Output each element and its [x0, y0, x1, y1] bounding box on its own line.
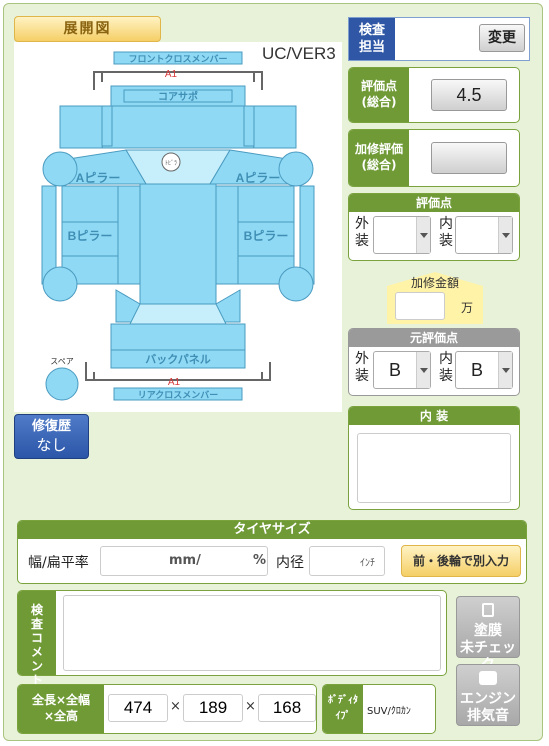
- kashu-kingaku-label: 加修金額: [410, 276, 459, 290]
- part-roof: [139, 183, 217, 305]
- moto-hyoka-box: 元評価点 外装 B 内装 B: [348, 328, 520, 396]
- a-pillar-right-label: Aピラー: [236, 171, 281, 185]
- moto-nai-select[interactable]: B: [455, 351, 513, 389]
- comment-textarea[interactable]: [63, 595, 441, 671]
- hyoka-gai-label: 外装: [355, 216, 369, 249]
- a-pillar-left-label: Aピラー: [76, 171, 121, 185]
- part-front-door-right: [237, 185, 295, 223]
- body-type-label: ﾎﾞﾃﾞｨﾀ ｲﾌﾟ: [323, 685, 363, 733]
- front-cross-label: フロントクロスメンバー: [128, 54, 227, 64]
- kashu-box: 加修評価 (総合): [348, 129, 520, 187]
- part-side-left: [117, 185, 141, 285]
- separate-input-button[interactable]: 前・後輪で別入力: [401, 545, 521, 577]
- chevron-down-icon: [498, 217, 512, 253]
- toumaku-button[interactable]: 塗膜未チェック: [456, 596, 520, 673]
- kashu-label: 加修評価 (総合): [349, 130, 409, 186]
- moto-nai-label: 内装: [439, 351, 453, 384]
- engine-icon: [479, 671, 497, 685]
- repair-history-label: 修復歴: [31, 419, 71, 434]
- body-type-value[interactable]: SUV/ｸﾛｶﾝ: [367, 702, 411, 717]
- b-pillar-left-label: Bピラー: [68, 229, 113, 243]
- tire-width-label: 幅/扁平率: [28, 555, 89, 571]
- part-side-right: [215, 185, 239, 285]
- inspector-label: 検査 担当: [349, 18, 395, 60]
- score-box: 評価点 (総合) 4.5: [348, 67, 520, 123]
- car-diagram[interactable]: ﾄﾋﾞﾗ フロントクロスメンバー コアサポ Aピラー Aピラー Bピラー Bピラ…: [14, 42, 342, 412]
- wheel-rear-left: [42, 266, 78, 302]
- hyoka-gai-select[interactable]: [373, 216, 431, 254]
- repair-history-value: なし: [36, 436, 67, 454]
- length-input[interactable]: 474: [108, 694, 168, 722]
- score-value-button[interactable]: 4.5: [431, 79, 507, 111]
- a1-bottom-marker: A1: [168, 377, 181, 388]
- tobira-label: ﾄﾋﾞﾗ: [165, 160, 177, 167]
- height-input[interactable]: 168: [258, 694, 316, 722]
- tire-inner-label: 内径: [276, 555, 304, 571]
- hyoka-title: 評価点: [349, 194, 519, 212]
- naisou-box: 内 装: [348, 406, 520, 510]
- chevron-down-icon: [416, 352, 430, 388]
- tire-size-box: タイヤサイズ 幅/扁平率 mm/ % 内径 ｲﾝﾁ 前・後輪で別入力: [17, 520, 527, 584]
- tenkaizu-tab[interactable]: 展開図: [14, 16, 161, 42]
- wheel-front-right: [278, 151, 314, 187]
- a1-top-marker: A1: [165, 69, 178, 80]
- comment-box: 検査コメント: [17, 590, 447, 687]
- moto-gai-label: 外装: [355, 351, 369, 384]
- naisou-textarea[interactable]: [357, 433, 511, 503]
- width-input[interactable]: 189: [183, 694, 243, 722]
- spray-icon: [482, 603, 494, 617]
- tire-inner-input[interactable]: ｲﾝﾁ: [309, 546, 385, 576]
- score-label: 評価点 (総合): [349, 68, 409, 122]
- wheel-rear-right: [278, 266, 314, 302]
- rear-cross-label: リアクロスメンバー: [138, 390, 219, 400]
- core-support-label: コアサポ: [158, 90, 198, 103]
- part-trunk: [110, 323, 246, 351]
- kashu-value-button[interactable]: [431, 142, 507, 174]
- chevron-down-icon: [416, 217, 430, 253]
- inspector-box: 検査 担当 変更: [348, 17, 530, 61]
- chevron-down-icon: [498, 352, 512, 388]
- hyoka-nai-label: 内装: [439, 216, 453, 249]
- back-panel-label: バックパネル: [145, 353, 210, 366]
- dims-box: 全長×全幅 ×全高 474 × 189 × 168: [17, 684, 317, 734]
- hyoka-box: 評価点 外装 内装: [348, 193, 520, 261]
- wheel-spare: [45, 367, 79, 401]
- times-sign-1: ×: [170, 699, 181, 714]
- dims-label: 全長×全幅 ×全高: [18, 685, 104, 733]
- change-inspector-button[interactable]: 変更: [479, 24, 525, 52]
- part-hood: [101, 105, 255, 149]
- wheel-front-left: [42, 151, 78, 187]
- part-front-door-left: [61, 185, 119, 223]
- moto-gai-select[interactable]: B: [373, 351, 431, 389]
- repair-history-button[interactable]: 修復歴 なし: [14, 414, 89, 459]
- naisou-title: 内 装: [349, 407, 519, 425]
- tire-size-title: タイヤサイズ: [18, 521, 526, 539]
- moto-hyoka-title: 元評価点: [349, 329, 519, 347]
- tire-width-input[interactable]: mm/ %: [100, 546, 268, 576]
- kashu-kingaku-unit: 万: [461, 301, 474, 315]
- part-rear-glass: [129, 303, 227, 325]
- spare-label: スペア: [50, 357, 73, 366]
- engine-sound-button[interactable]: エンジン 排気音: [456, 664, 520, 726]
- times-sign-2: ×: [245, 699, 256, 714]
- b-pillar-right-label: Bピラー: [244, 229, 289, 243]
- kashu-kingaku-input[interactable]: [395, 292, 445, 320]
- body-type-box: ﾎﾞﾃﾞｨﾀ ｲﾌﾟ SUV/ｸﾛｶﾝ: [322, 684, 436, 734]
- comment-label: 検査コメント: [18, 591, 56, 687]
- hyoka-nai-select[interactable]: [455, 216, 513, 254]
